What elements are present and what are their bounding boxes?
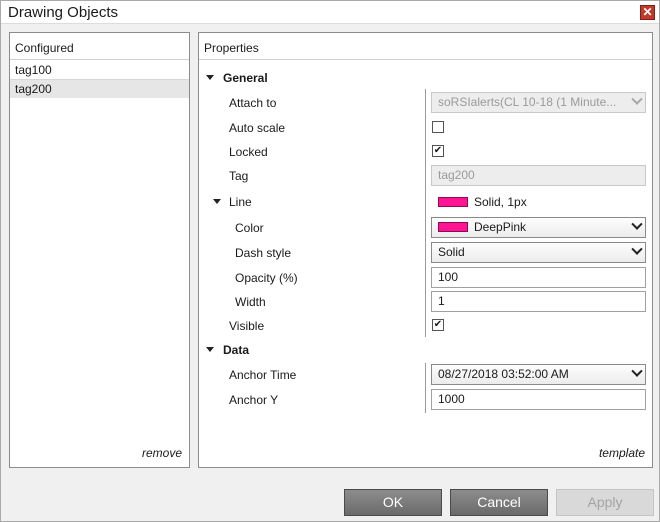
anchor-y-input[interactable]: 1000 [431,389,646,410]
property-anchor-y: Anchor Y 1000 [199,388,652,412]
configured-title: Configured [15,41,74,55]
property-label: Anchor Y [229,393,279,407]
property-color: Color DeepPink [199,216,652,240]
expand-triangle-icon[interactable] [206,75,214,80]
color-swatch-icon [438,196,468,207]
line-summary: Solid, 1px [438,195,527,209]
expand-triangle-icon[interactable] [206,347,214,352]
property-visible: Visible ✔ [199,314,652,338]
property-label: Locked [229,145,268,159]
list-item-tag200[interactable]: tag200 [10,80,189,98]
property-label: Auto scale [229,121,286,135]
property-label: Color [235,221,264,235]
property-label: Dash style [235,246,292,260]
chevron-down-icon [631,365,643,377]
list-item-tag100[interactable]: tag100 [10,61,189,79]
expand-triangle-icon[interactable] [213,199,221,204]
property-line[interactable]: Line Solid, 1px [199,190,652,214]
property-attach-to: Attach to soRSIalerts(CL 10-18 (1 Minute… [199,91,652,115]
properties-title: Properties [204,41,259,55]
property-label: Opacity (%) [235,271,298,285]
configured-header: Configured [10,33,189,60]
dash-style-value: Solid [438,245,465,259]
list-item-label: tag100 [15,63,52,77]
list-item-label: tag200 [15,82,52,96]
property-label: Width [235,295,266,309]
locked-checkbox[interactable]: ✔ [432,145,444,157]
chevron-down-icon [631,243,643,255]
property-dash-style: Dash style Solid [199,241,652,265]
category-data[interactable]: Data [199,338,652,362]
width-input[interactable]: 1 [431,291,646,312]
drawing-objects-dialog: Drawing Objects ✕ Configured tag100 tag2… [0,0,660,522]
category-general[interactable]: General [199,66,652,90]
property-locked: Locked ✔ [199,140,652,164]
cancel-button[interactable]: Cancel [450,489,548,516]
property-opacity: Opacity (%) 100 [199,266,652,290]
property-label: Visible [229,319,265,333]
property-anchor-time: Anchor Time 08/27/2018 03:52:00 AM [199,363,652,387]
visible-checkbox[interactable]: ✔ [432,319,444,331]
configured-panel: Configured tag100 tag200 remove [9,32,190,468]
close-icon[interactable]: ✕ [640,5,655,20]
anchor-time-value: 08/27/2018 03:52:00 AM [438,367,569,381]
property-label: Line [229,195,252,209]
color-swatch-icon [438,221,468,232]
color-value: DeepPink [474,220,527,234]
tag-input[interactable]: tag200 [431,165,646,186]
property-label: Tag [229,169,249,183]
category-label: Data [223,343,250,357]
attach-to-value: soRSIalerts(CL 10-18 (1 Minute... [438,95,617,109]
anchor-time-select[interactable]: 08/27/2018 03:52:00 AM [431,364,646,385]
opacity-input[interactable]: 100 [431,267,646,288]
title-bar: Drawing Objects ✕ [1,1,659,24]
dash-style-select[interactable]: Solid [431,242,646,263]
remove-link[interactable]: remove [142,446,182,460]
auto-scale-checkbox[interactable] [432,121,444,133]
category-label: General [223,71,268,85]
apply-button[interactable]: Apply [556,489,654,516]
property-label: Anchor Time [229,368,297,382]
line-summary-text: Solid, 1px [474,195,527,209]
property-width: Width 1 [199,290,652,314]
property-auto-scale: Auto scale [199,116,652,140]
chevron-down-icon [631,218,643,230]
attach-to-select[interactable]: soRSIalerts(CL 10-18 (1 Minute... [431,92,646,113]
properties-header: Properties [199,33,652,60]
chevron-down-icon [631,93,643,105]
color-select[interactable]: DeepPink [431,217,646,238]
ok-button[interactable]: OK [344,489,442,516]
window-title: Drawing Objects [8,4,119,21]
property-tag: Tag tag200 [199,164,652,188]
template-link[interactable]: template [599,446,645,460]
properties-panel: Properties General Attach to soRSIalerts… [198,32,653,468]
property-label: Attach to [229,96,277,110]
